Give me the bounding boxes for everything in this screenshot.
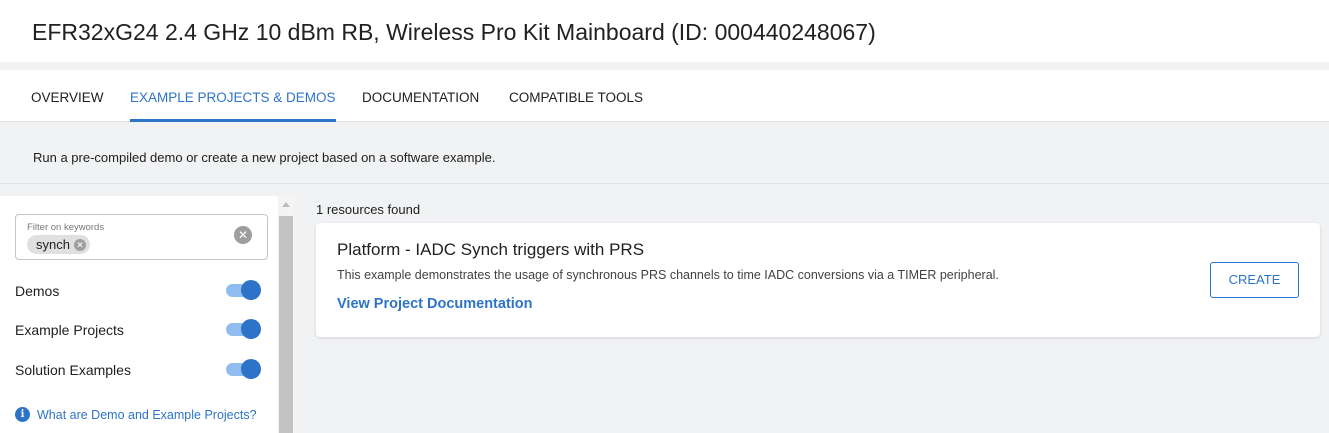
keyword-chip: synch ✕ <box>27 235 90 254</box>
toggle-row-example-projects: Example Projects <box>15 317 261 341</box>
page-title: EFR32xG24 2.4 GHz 10 dBm RB, Wireless Pr… <box>32 19 876 45</box>
banner-text: Run a pre-compiled demo or create a new … <box>33 150 496 165</box>
info-banner: Run a pre-compiled demo or create a new … <box>0 122 1329 184</box>
results-count: 1 resources found <box>316 202 421 217</box>
tab-bar: OVERVIEW EXAMPLE PROJECTS & DEMOS DOCUME… <box>0 70 1329 122</box>
toggle-knob <box>241 280 261 300</box>
info-icon: i <box>15 407 30 422</box>
help-link[interactable]: i What are Demo and Example Projects? <box>15 407 257 422</box>
help-link-text: What are Demo and Example Projects? <box>37 407 257 422</box>
keyword-chip-label: synch <box>36 237 70 252</box>
toggle-row-solution-examples: Solution Examples <box>15 357 261 381</box>
view-documentation-link[interactable]: View Project Documentation <box>337 296 533 312</box>
demos-toggle[interactable] <box>224 280 261 300</box>
example-projects-toggle[interactable] <box>224 319 261 339</box>
result-card: Platform - IADC Synch triggers with PRS … <box>316 223 1320 337</box>
result-description: This example demonstrates the usage of s… <box>337 268 999 282</box>
scroll-up-arrow-icon[interactable] <box>282 202 290 207</box>
solution-examples-toggle[interactable] <box>224 359 261 379</box>
toggle-row-demos: Demos <box>15 278 261 302</box>
clear-filter-icon[interactable]: ✕ <box>234 226 252 244</box>
page-header: EFR32xG24 2.4 GHz 10 dBm RB, Wireless Pr… <box>0 0 1329 62</box>
toggle-label-demos: Demos <box>15 283 60 299</box>
result-title: Platform - IADC Synch triggers with PRS <box>337 240 645 259</box>
filter-label: Filter on keywords <box>27 222 105 233</box>
scroll-thumb[interactable] <box>279 216 293 433</box>
create-button[interactable]: CREATE <box>1210 262 1299 298</box>
tab-compatible-tools[interactable]: COMPATIBLE TOOLS <box>509 70 643 122</box>
toggle-knob <box>241 319 261 339</box>
tab-overview[interactable]: OVERVIEW <box>31 70 104 122</box>
chip-remove-icon[interactable]: ✕ <box>73 238 86 251</box>
toggle-knob <box>241 359 261 379</box>
tab-example-projects-demos[interactable]: EXAMPLE PROJECTS & DEMOS <box>130 70 336 122</box>
toggle-label-example-projects: Example Projects <box>15 322 124 338</box>
keyword-filter-input[interactable]: Filter on keywords synch ✕ ✕ <box>15 214 268 260</box>
filter-sidebar: Filter on keywords synch ✕ ✕ Demos Examp… <box>0 196 278 433</box>
toggle-label-solution-examples: Solution Examples <box>15 362 131 378</box>
tab-documentation[interactable]: DOCUMENTATION <box>362 70 479 122</box>
sidebar-scrollbar[interactable] <box>278 196 294 433</box>
